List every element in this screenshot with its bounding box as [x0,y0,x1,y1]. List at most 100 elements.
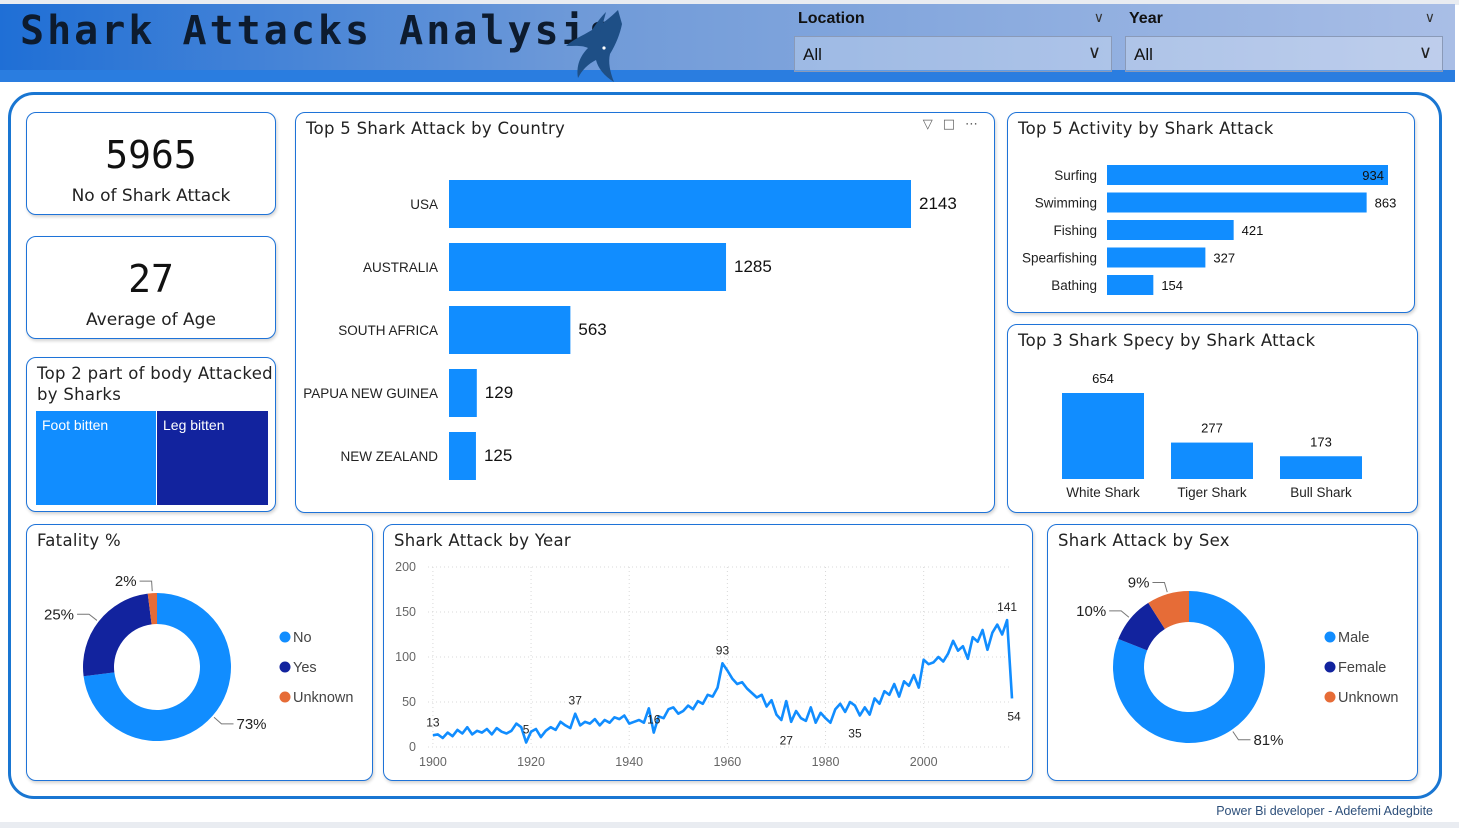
location-slicer[interactable]: Location ∨ All ∨ [794,8,1112,72]
leader-line [1232,731,1251,741]
category-label: Surfing [1054,168,1097,183]
data-label: 35 [848,727,862,741]
legend-marker [1324,661,1336,673]
data-label: 173 [1310,434,1332,449]
leader-line [1109,610,1130,618]
legend-marker [279,661,291,673]
category-label: White Shark [1066,485,1140,500]
location-selected-value: All [803,45,822,64]
legend-label: Female [1338,660,1386,676]
body-parts-card[interactable]: Top 2 part of body Attacked by Sharks Fo… [26,357,276,512]
data-label: 37 [569,694,583,708]
treemap-tile-foot[interactable]: Foot bitten [36,411,156,505]
x-tick-label: 1920 [517,755,545,769]
category-label: Bathing [1051,278,1097,293]
chevron-down-icon[interactable]: ∨ [1419,42,1432,63]
legend-marker [279,691,291,703]
category-label: NEW ZEALAND [340,449,438,464]
data-label: 81% [1253,732,1283,749]
data-label: 5 [523,723,530,737]
legend-label: Unknown [293,690,353,706]
bar [1107,275,1154,295]
bar [449,306,571,354]
x-tick-label: 1960 [713,755,741,769]
x-tick-label: 1940 [615,755,643,769]
treemap-tile-leg[interactable]: Leg bitten [157,411,268,505]
data-label: 154 [1161,278,1183,293]
country-bar-chart: USA 2143 AUSTRALIA 1285 SOUTH AFRICA 563 PAPUA… [303,180,957,480]
legend-label: No [293,630,312,646]
activity-chart-card[interactable]: Top 5 Activity by Shark Attack Surfing 93… [1007,112,1415,313]
data-label: 10% [1076,603,1106,620]
data-label: 2% [115,573,137,590]
column [1280,456,1362,479]
data-label: 2143 [919,194,957,213]
category-label: USA [410,197,438,212]
kpi-value: 27 [128,257,174,301]
country-chart-card[interactable]: Top 5 Shark Attack by Country ▽□⋯ USA 214… [295,112,995,513]
x-tick-label: 1900 [419,755,447,769]
chevron-down-icon[interactable]: ∨ [1088,42,1101,63]
y-tick-label: 0 [409,740,416,754]
year-chart-card[interactable]: Shark Attack by Year 200 150 100 50 0 1900 192… [383,524,1033,781]
category-label: Spearfishing [1022,251,1097,266]
card-title: Top 2 part of body Attacked by Sharks [37,364,273,404]
location-dropdown[interactable]: All ∨ [794,36,1112,72]
category-label: PAPUA NEW GUINEA [303,386,438,401]
x-tick-label: 2000 [910,755,938,769]
column [1062,393,1144,479]
chevron-down-icon[interactable]: ∨ [1094,10,1104,26]
year-line-chart: 200 150 100 50 01900 1920 1940 1960 1980 2000 13 5 3… [395,560,1021,769]
category-label: Bull Shark [1290,485,1352,500]
column [1171,442,1253,479]
year-slicer[interactable]: Year ∨ All ∨ [1125,8,1443,72]
y-tick-label: 100 [395,650,416,664]
species-column-chart: 654 White Shark 277 Tiger Shark 173 Bull Shar… [1062,371,1362,500]
data-label: 327 [1213,251,1235,266]
legend-label: Male [1338,630,1369,646]
data-label: 27 [780,734,794,748]
data-label: 654 [1092,371,1114,386]
category-label: SOUTH AFRICA [338,323,438,338]
bar [449,369,477,417]
sex-chart-card[interactable]: Shark Attack by Sex 81% 10% 9% Male Female Un… [1047,524,1418,781]
data-label: 421 [1242,223,1264,238]
data-label: 563 [578,320,606,339]
legend-marker [1324,691,1336,703]
legend-label: Unknown [1338,690,1398,706]
legend-label: Yes [293,660,317,676]
data-label: 125 [484,446,512,465]
category-label: Fishing [1053,223,1097,238]
data-label: 934 [1362,168,1384,183]
bar [449,180,911,228]
data-label: 54 [1007,709,1021,723]
shark-icon [566,10,622,82]
data-label: 1285 [734,257,772,276]
data-label: 13 [426,715,440,729]
year-selected-value: All [1134,45,1153,64]
bar [1107,220,1234,240]
chevron-down-icon[interactable]: ∨ [1425,10,1435,26]
data-label: 73% [237,716,267,733]
sex-donut-chart: 81% 10% 9% Male Female Unknown [1076,574,1398,749]
species-chart-card[interactable]: Top 3 Shark Specy by Shark Attack 654 Whi… [1007,324,1418,513]
data-label: 277 [1201,421,1223,436]
legend-marker [279,631,291,643]
kpi-card-age[interactable]: 27 Average of Age [26,236,276,339]
kpi-card-attacks[interactable]: 5965 No of Shark Attack [26,112,276,215]
y-tick-label: 200 [395,560,416,574]
data-label: 9% [1128,574,1150,591]
page-title: Shark Attacks Analysis [20,8,616,54]
bar [449,243,727,291]
leader-line [139,580,153,592]
donut-slice [83,593,152,677]
bar [1107,165,1388,185]
bar [449,432,476,480]
year-slicer-label: Year [1129,10,1163,27]
year-dropdown[interactable]: All ∨ [1125,36,1443,72]
fatality-chart-card[interactable]: Fatality % 73% 25% 2% No Yes Unknown [26,524,373,781]
bar [1107,247,1206,268]
bar [1107,192,1367,213]
data-label: 16 [647,713,661,727]
location-slicer-label: Location [798,10,865,27]
